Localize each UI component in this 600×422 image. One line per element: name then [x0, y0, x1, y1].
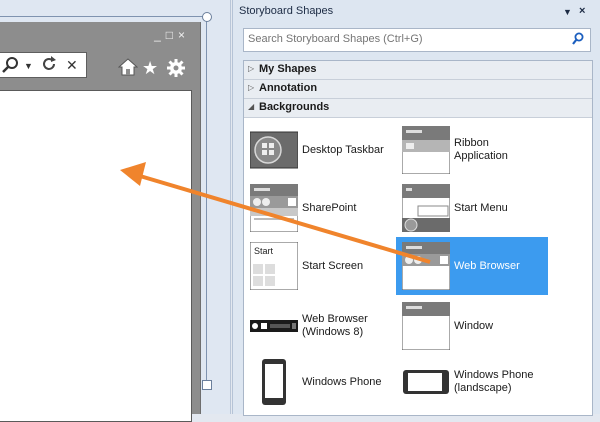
category-label: Annotation	[259, 82, 318, 94]
shape-start-screen[interactable]: Start Start Screen	[244, 237, 396, 295]
shape-web-browser-windows-8[interactable]: Web Browser (Windows 8)	[244, 297, 396, 355]
refresh-icon[interactable]	[40, 55, 58, 78]
category-backgrounds[interactable]: ◢ Backgrounds	[244, 99, 592, 118]
storyboard-canvas[interactable]: _□× ▼ ✕ ★	[0, 0, 231, 422]
collapsed-arrow-icon: ▷	[248, 64, 255, 73]
close-icon[interactable]: ✕	[66, 57, 78, 74]
shape-label: Desktop Taskbar	[302, 143, 384, 156]
panel-menu-dropdown-icon[interactable]: ▼	[563, 7, 572, 17]
home-icon[interactable]	[117, 58, 139, 81]
web-browser-icon	[401, 241, 451, 291]
shape-label: Windows Phone (landscape)	[454, 369, 534, 394]
shape-list: ▷ My Shapes ▷ Annotation ◢ Backgrounds D…	[243, 60, 593, 416]
shape-web-browser[interactable]: Web Browser	[396, 237, 548, 295]
resize-handle-top-right[interactable]	[202, 12, 212, 22]
shape-desktop-taskbar[interactable]: Desktop Taskbar	[244, 121, 396, 179]
gear-icon[interactable]	[166, 58, 186, 83]
category-label: My Shapes	[259, 63, 317, 75]
web-browser-win8-icon	[250, 302, 298, 350]
shape-label: Start Menu	[454, 201, 508, 214]
panel-title: Storyboard Shapes	[239, 5, 334, 17]
start-screen-icon: Start	[249, 241, 299, 291]
panel-close-icon[interactable]: ×	[579, 5, 585, 17]
search-icon[interactable]	[572, 32, 584, 46]
shape-label: Start Screen	[302, 259, 364, 272]
shape-start-menu[interactable]: Start Menu	[396, 179, 548, 237]
category-annotation[interactable]: ▷ Annotation	[244, 80, 592, 99]
collapsed-arrow-icon: ▷	[248, 83, 255, 92]
shape-sharepoint[interactable]: SharePoint	[244, 179, 396, 237]
shape-search-input[interactable]	[244, 29, 568, 49]
window-icon	[401, 301, 451, 351]
address-bar[interactable]: ▼ ✕	[0, 52, 87, 78]
shape-label: Windows Phone	[302, 375, 382, 388]
start-menu-icon	[401, 183, 451, 233]
shape-windows-phone[interactable]: Windows Phone	[244, 353, 396, 411]
selection-border-right	[206, 16, 207, 384]
shape-label: Ribbon Application	[454, 137, 508, 162]
shape-ribbon-application[interactable]: Ribbon Application	[396, 121, 548, 179]
ribbon-application-icon	[401, 125, 451, 175]
browser-content-area	[0, 90, 192, 422]
window-buttons: _□×	[154, 28, 190, 42]
browser-mock[interactable]: _□× ▼ ✕ ★	[0, 22, 201, 422]
sharepoint-icon	[249, 183, 299, 233]
storyboard-shapes-panel: Storyboard Shapes ▼ × ▷ My Shapes ▷ Anno…	[232, 0, 600, 416]
selection-border-top	[0, 16, 207, 17]
desktop-taskbar-icon	[249, 126, 299, 174]
windows-phone-icon	[250, 358, 298, 406]
search-icon[interactable]	[2, 57, 20, 76]
resize-handle-right-bottom[interactable]	[202, 380, 212, 390]
start-screen-thumb-text: Start	[254, 246, 274, 256]
shape-label: Window	[454, 319, 494, 332]
shape-search-box[interactable]	[243, 28, 591, 52]
shape-label: SharePoint	[302, 201, 357, 214]
category-label: Backgrounds	[259, 101, 330, 113]
favorites-star-icon[interactable]: ★	[142, 58, 158, 79]
shape-label: Web Browser (Windows 8)	[302, 313, 368, 338]
shape-windows-phone-landscape[interactable]: Windows Phone (landscape)	[396, 353, 548, 411]
windows-phone-landscape-icon	[402, 358, 450, 406]
shape-label: Web Browser	[454, 259, 520, 272]
shape-window[interactable]: Window	[396, 297, 548, 355]
category-my-shapes[interactable]: ▷ My Shapes	[244, 61, 592, 80]
expanded-arrow-icon: ◢	[248, 102, 255, 111]
dropdown-icon[interactable]: ▼	[24, 61, 33, 71]
